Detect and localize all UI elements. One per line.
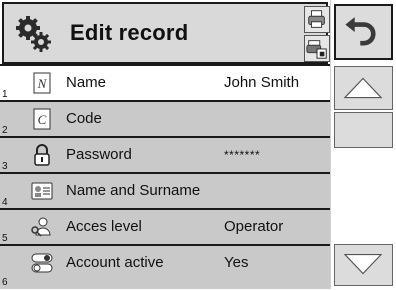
field-label: Acces level [66, 218, 142, 235]
list-item[interactable]: 2 C Code [0, 100, 330, 136]
scroll-track[interactable] [334, 112, 393, 148]
undo-icon [345, 17, 376, 46]
id-card-icon [31, 182, 53, 200]
field-value: Yes [224, 254, 249, 271]
header-bar: Edit record [2, 2, 330, 64]
row-number: 2 [2, 125, 8, 136]
list-item[interactable]: 1 N Name John Smith [0, 64, 330, 100]
toggle-icon [31, 253, 53, 273]
svg-text:C: C [38, 112, 47, 127]
name-icon: N [33, 72, 51, 94]
arrow-up-icon [343, 77, 383, 99]
undo-button[interactable] [334, 4, 393, 60]
lock-icon [34, 144, 50, 166]
user-key-icon [31, 217, 51, 237]
list-item[interactable]: 6 Account active Yes [0, 244, 330, 289]
row-number: 1 [2, 89, 8, 100]
field-label: Name and Surname [66, 182, 201, 199]
field-label: Password [66, 146, 132, 163]
print-button[interactable] [304, 6, 330, 33]
list-item[interactable]: 3 Password ******* [0, 136, 330, 172]
row-number: 4 [2, 197, 8, 208]
field-value: Operator [224, 218, 284, 235]
printer-icon [308, 10, 325, 28]
row-number: 3 [2, 161, 8, 172]
list-item[interactable]: 4 Name and Surname [0, 172, 330, 208]
print-preview-icon [306, 40, 327, 59]
field-label: Name [66, 74, 107, 91]
page-title: Edit record [70, 20, 189, 45]
field-label: Code [66, 110, 102, 127]
row-number: 6 [2, 277, 8, 288]
arrow-down-icon [343, 253, 383, 275]
field-label: Account active [66, 254, 164, 271]
print-preview-button[interactable] [304, 35, 330, 62]
svg-text:N: N [37, 76, 48, 91]
row-number: 5 [2, 233, 8, 244]
gears-icon [16, 16, 51, 52]
scroll-up-button[interactable] [334, 66, 393, 110]
list-item[interactable]: 5 Acces level Operator [0, 208, 330, 244]
code-icon: C [33, 108, 51, 130]
edit-record-screen: Edit record 1 N Name John Smith 2 C Code… [0, 0, 396, 289]
scroll-down-button[interactable] [334, 244, 393, 286]
field-value: ******* [224, 148, 261, 162]
field-value: John Smith [224, 74, 300, 91]
